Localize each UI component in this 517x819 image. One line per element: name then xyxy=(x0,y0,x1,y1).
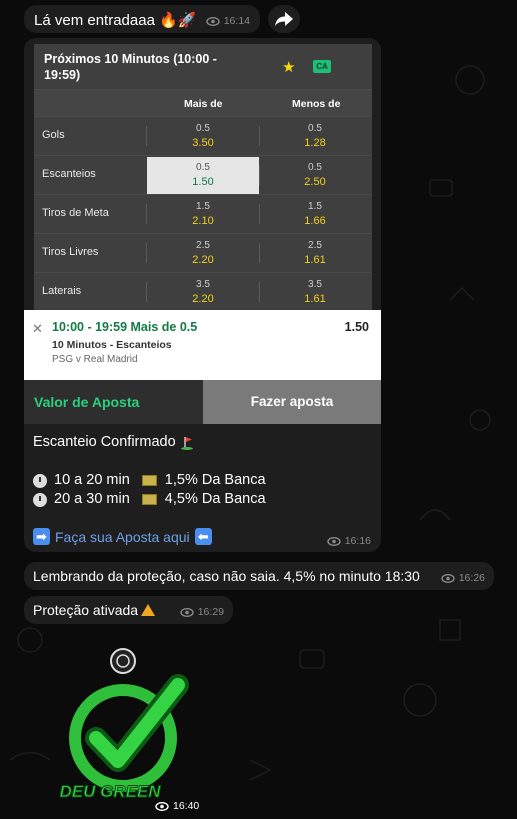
market-label: Escanteios xyxy=(42,168,96,180)
bet-slip: ✕ 10:00 - 19:59 Mais de 0.5 1.50 10 Minu… xyxy=(24,310,381,380)
odd-cell-under[interactable]: 3.5 1.61 xyxy=(259,274,371,311)
line-value: 0.5 xyxy=(308,123,322,134)
golf-flag-icon xyxy=(180,436,193,450)
money-icon xyxy=(141,475,157,486)
message-time: 16:14 xyxy=(223,15,250,27)
odd-cell-under[interactable]: 2.5 1.61 xyxy=(259,235,371,272)
odd-value: 1.61 xyxy=(304,254,326,266)
odd-cell-over[interactable]: 1.5 2.10 xyxy=(147,196,259,233)
message-text: Lembrando da proteção, caso não saia. 4,… xyxy=(33,568,420,584)
bet-link[interactable]: ➡ Faça sua Aposta aqui ⬅ xyxy=(33,528,212,545)
message-time: 16:26 xyxy=(458,572,485,584)
stake-1: 1,5% Da Banca xyxy=(164,472,266,488)
warning-icon xyxy=(141,604,156,616)
message-time: 16:29 xyxy=(197,606,224,618)
views-eye-icon xyxy=(206,16,220,26)
money-icon xyxy=(141,494,157,505)
message-bubble-bet-card: Próximos 10 Minutos (10:00 - 19:59) ★ CA… xyxy=(24,38,381,552)
odd-cell-under[interactable]: 0.5 1.28 xyxy=(259,118,371,155)
odd-value: 3.50 xyxy=(192,137,214,149)
views-eye-icon xyxy=(180,607,194,617)
column-over-header: Mais de xyxy=(184,98,223,110)
odd-cell-over[interactable]: 3.5 2.20 xyxy=(147,274,259,311)
line-value: 1.5 xyxy=(308,201,322,212)
odd-value: 1.28 xyxy=(304,137,326,149)
caption-title: Escanteio Confirmado xyxy=(33,434,176,450)
odd-value: 1.66 xyxy=(304,215,326,227)
market-row-laterais: Laterais 3.5 2.20 3.5 1.61 xyxy=(34,272,372,311)
deu-green-sticker: DEU GREEN xyxy=(60,648,189,802)
views-eye-icon xyxy=(155,801,169,811)
odd-cell-under[interactable]: 1.5 1.66 xyxy=(259,196,371,233)
forward-arrow-icon xyxy=(275,12,293,26)
line-value: 0.5 xyxy=(196,123,210,134)
odd-value: 2.20 xyxy=(192,293,214,305)
panel-title: Próximos 10 Minutos (10:00 - 19:59) xyxy=(44,51,217,82)
market-label: Gols xyxy=(42,129,65,141)
odd-cell-under[interactable]: 0.5 2.50 xyxy=(259,157,371,194)
slip-market: 10 Minutos - Escanteios xyxy=(52,339,172,351)
market-row-gols: Gols 0.5 3.50 0.5 1.28 xyxy=(34,116,372,155)
message-caption: Escanteio Confirmado 10 a 20 min 1,5% Da … xyxy=(33,433,266,509)
line-value: 2.5 xyxy=(308,240,322,251)
stopwatch-icon xyxy=(33,492,47,507)
timing-2: 20 a 30 min xyxy=(54,491,130,507)
market-row-tiros-livres: Tiros Livres 2.5 2.20 2.5 1.61 xyxy=(34,233,372,272)
stopwatch-icon xyxy=(33,473,47,488)
message-time: 16:40 xyxy=(173,800,200,812)
right-arrow-icon: ➡ xyxy=(33,528,50,545)
slip-selection: 10:00 - 19:59 Mais de 0.5 xyxy=(52,320,198,334)
market-label: Laterais xyxy=(42,285,82,297)
odd-value: 2.10 xyxy=(192,215,214,227)
close-icon[interactable]: ✕ xyxy=(32,321,43,337)
odd-cell-over[interactable]: 2.5 2.20 xyxy=(147,235,259,272)
slip-event: PSG v Real Madrid xyxy=(52,354,138,365)
sticker-meta: 16:40 xyxy=(155,800,199,812)
line-value: 0.5 xyxy=(196,162,210,173)
line-value: 3.5 xyxy=(308,279,322,290)
market-label: Tiros de Meta xyxy=(42,207,109,219)
message-meta: 16:16 xyxy=(327,535,371,547)
odd-value: 1.61 xyxy=(304,293,326,305)
place-bet-button[interactable]: Fazer aposta xyxy=(203,380,381,424)
bet-market-panel: Próximos 10 Minutos (10:00 - 19:59) ★ CA… xyxy=(34,44,372,348)
market-row-tiros-de-meta: Tiros de Meta 1.5 2.10 1.5 1.66 xyxy=(34,194,372,233)
odd-cell-over[interactable]: 0.5 3.50 xyxy=(147,118,259,155)
line-value: 0.5 xyxy=(308,162,322,173)
message-bubble-protection-note: Lembrando da proteção, caso não saia. 4,… xyxy=(24,562,494,590)
views-eye-icon xyxy=(441,573,455,583)
favorite-star-icon[interactable]: ★ xyxy=(282,58,295,76)
market-label: Tiros Livres xyxy=(42,246,99,258)
odd-value: 2.20 xyxy=(192,254,214,266)
message-bubble-intro: Lá vem entradaaa 🔥🚀 16:14 xyxy=(24,5,260,33)
timing-1: 10 a 20 min xyxy=(54,472,130,488)
forward-share-button[interactable] xyxy=(268,5,300,33)
views-eye-icon xyxy=(327,536,341,546)
slip-odd: 1.50 xyxy=(344,320,369,334)
column-under-header: Menos de xyxy=(292,98,341,110)
left-arrow-icon: ⬅ xyxy=(194,528,212,545)
stake-input[interactable]: Valor de Aposta xyxy=(24,380,203,424)
message-text: Proteção ativada xyxy=(33,602,139,618)
message-meta: 16:29 xyxy=(180,606,224,618)
stake-2: 4,5% Da Banca xyxy=(164,491,266,507)
line-value: 1.5 xyxy=(196,201,210,212)
line-value: 2.5 xyxy=(196,240,210,251)
message-bubble-protection-active: Proteção ativada 16:29 xyxy=(24,596,233,624)
stake-row: Valor de Aposta Fazer aposta xyxy=(24,380,381,424)
column-header-row: Mais de Menos de xyxy=(34,90,372,116)
market-row-escanteios: Escanteios 0.5 1.50 0.5 2.50 xyxy=(34,155,372,194)
message-meta: 16:26 xyxy=(441,572,485,584)
sticker-text: DEU GREEN xyxy=(60,782,161,801)
ca-badge: CA xyxy=(313,60,331,73)
odd-value: 2.50 xyxy=(304,176,326,188)
message-time: 16:16 xyxy=(344,535,371,547)
message-text: Lá vem entradaaa 🔥🚀 xyxy=(34,12,197,29)
odd-value: 1.50 xyxy=(192,176,214,188)
odd-cell-over-selected[interactable]: 0.5 1.50 xyxy=(147,157,259,194)
line-value: 3.5 xyxy=(196,279,210,290)
message-meta: 16:14 xyxy=(206,15,250,27)
bet-link-text[interactable]: Faça sua Aposta aqui xyxy=(55,529,190,545)
